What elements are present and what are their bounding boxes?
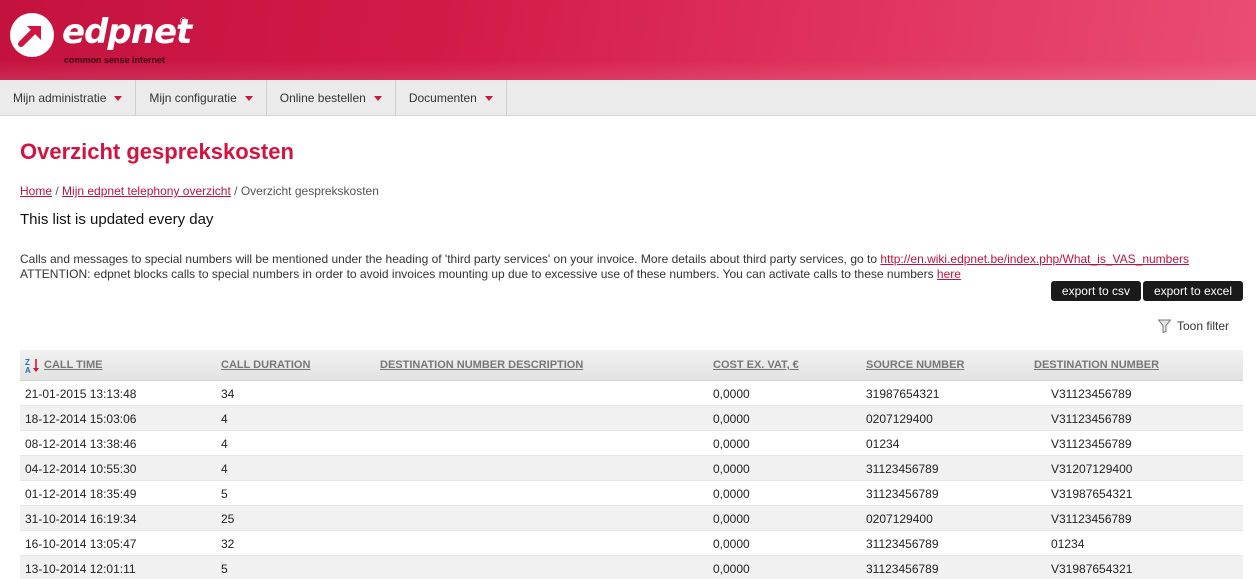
export-toolbar: export to csv export to excel (1050, 281, 1243, 301)
cell-destination-number: V31207129400 (1051, 462, 1133, 476)
caret-down-icon (373, 95, 382, 101)
breadcrumb-parent-link[interactable]: Mijn edpnet telephony overzicht (62, 184, 231, 198)
cell-call-time: 04-12-2014 10:55:30 (25, 462, 137, 476)
cell-call-duration: 5 (221, 487, 228, 501)
breadcrumb-current: Overzicht gesprekskosten (240, 184, 379, 198)
nav-item-mijn-administratie[interactable]: Mijn administratie (0, 80, 137, 116)
brand-logo[interactable]: edpnet ® common sense internet (10, 10, 200, 70)
cell-call-time: 08-12-2014 13:38:46 (25, 437, 137, 451)
cell-source-number: 0207129400 (866, 412, 933, 426)
main-nav: Mijn administratie Mijn configuratie Onl… (0, 80, 1256, 116)
nav-item-online-bestellen[interactable]: Online bestellen (267, 80, 396, 116)
cell-destination-number: V31987654321 (1051, 562, 1133, 576)
sort-za-icon[interactable]: Z A (25, 357, 41, 374)
registered-mark: ® (180, 16, 187, 26)
column-header-source-number[interactable]: SOURCE NUMBER (866, 359, 964, 371)
table-row: 21-01-2015 13:13:48 34 0,0000 3198765432… (20, 381, 1243, 406)
page-title: Overzicht gesprekskosten (20, 139, 294, 164)
caret-down-icon (484, 95, 493, 101)
info-text: Calls and messages to special numbers wi… (20, 252, 1240, 281)
caret-down-icon (244, 95, 253, 101)
cell-call-duration: 32 (221, 537, 235, 551)
column-header-call-time[interactable]: CALL TIME (44, 359, 102, 371)
update-note: This list is updated every day (20, 211, 214, 228)
cell-cost: 0,0000 (713, 412, 750, 426)
nav-item-label: Documenten (408, 91, 477, 105)
cell-call-duration: 25 (221, 512, 235, 526)
cell-call-time: 18-12-2014 15:03:06 (25, 412, 137, 426)
cell-call-time: 13-10-2014 12:01:11 (25, 562, 136, 576)
table-row: 13-10-2014 12:01:11 5 0,0000 31123456789… (20, 556, 1243, 579)
cell-cost: 0,0000 (713, 462, 750, 476)
funnel-icon (1158, 319, 1171, 333)
show-filter-label: Toon filter (1177, 319, 1230, 333)
table-row: 01-12-2014 18:35:49 5 0,0000 31123456789… (20, 481, 1243, 506)
table-row: 08-12-2014 13:38:46 4 0,0000 01234 V3112… (20, 431, 1243, 456)
cell-cost: 0,0000 (713, 387, 750, 401)
column-header-cost[interactable]: COST EX. VAT, € (713, 359, 799, 371)
cell-call-time: 31-10-2014 16:19:34 (25, 512, 137, 526)
cell-call-duration: 34 (221, 387, 235, 401)
cell-source-number: 31123456789 (866, 487, 939, 501)
cell-source-number: 31123456789 (866, 562, 939, 576)
nav-item-documenten[interactable]: Documenten (396, 80, 507, 116)
nav-item-label: Mijn administratie (13, 91, 107, 105)
cell-call-duration: 4 (221, 412, 228, 426)
cell-destination-number: V31123456789 (1051, 387, 1132, 401)
cell-destination-number: V31987654321 (1051, 487, 1133, 501)
cell-destination-number: 01234 (1051, 537, 1085, 551)
export-csv-button[interactable]: export to csv (1050, 281, 1141, 301)
export-excel-button[interactable]: export to excel (1142, 281, 1243, 301)
cell-source-number: 31123456789 (866, 462, 939, 476)
cell-call-time: 16-10-2014 13:05:47 (25, 537, 137, 551)
caret-down-icon (114, 95, 123, 101)
nav-item-label: Online bestellen (279, 91, 366, 105)
breadcrumb-separator: / (52, 184, 63, 198)
column-header-destination-number[interactable]: DESTINATION NUMBER (1034, 359, 1159, 371)
column-header-call-duration[interactable]: CALL DURATION (221, 359, 310, 371)
info-text-1: Calls and messages to special numbers wi… (20, 252, 881, 266)
table-row: 04-12-2014 10:55:30 4 0,0000 31123456789… (20, 456, 1243, 481)
site-header: edpnet ® common sense internet (0, 0, 1256, 80)
breadcrumb: Home / Mijn edpnet telephony overzicht /… (20, 184, 379, 198)
breadcrumb-home-link[interactable]: Home (20, 184, 52, 198)
cell-source-number: 01234 (866, 437, 900, 451)
cell-destination-number: V31123456789 (1051, 437, 1132, 451)
cell-source-number: 31987654321 (866, 387, 940, 401)
cell-call-duration: 5 (221, 562, 228, 576)
cell-cost: 0,0000 (713, 512, 750, 526)
cell-source-number: 31123456789 (866, 537, 939, 551)
brand-name: edpnet (62, 12, 192, 52)
column-header-destination-description[interactable]: DESTINATION NUMBER DESCRIPTION (380, 359, 583, 371)
call-costs-table: Z A CALL TIME CALL DURATION DESTINATION … (20, 350, 1243, 579)
cell-call-duration: 4 (221, 437, 228, 451)
cell-call-time: 21-01-2015 13:13:48 (25, 387, 137, 401)
breadcrumb-separator: / (230, 184, 241, 198)
cell-destination-number: V31123456789 (1051, 412, 1132, 426)
cell-cost: 0,0000 (713, 537, 750, 551)
activate-calls-link[interactable]: here (937, 267, 961, 281)
table-row: 31-10-2014 16:19:34 25 0,0000 0207129400… (20, 506, 1243, 531)
brand-tagline: common sense internet (64, 55, 166, 65)
info-text-2: ATTENTION: edpnet blocks calls to specia… (20, 266, 937, 281)
nav-item-mijn-configuratie[interactable]: Mijn configuratie (136, 80, 267, 116)
info-line-2: ATTENTION: edpnet blocks calls to specia… (20, 267, 1240, 282)
cell-call-time: 01-12-2014 18:35:49 (25, 487, 137, 501)
table-header: Z A CALL TIME CALL DURATION DESTINATION … (20, 350, 1243, 381)
table-row: 16-10-2014 13:05:47 32 0,0000 3112345678… (20, 531, 1243, 556)
table-row: 18-12-2014 15:03:06 4 0,0000 0207129400 … (20, 406, 1243, 431)
show-filter-toggle[interactable]: Toon filter (1158, 319, 1229, 333)
nav-item-label: Mijn configuratie (149, 91, 237, 105)
svg-text:A: A (25, 366, 31, 374)
cell-source-number: 0207129400 (866, 512, 933, 526)
cell-call-duration: 4 (221, 462, 228, 476)
cell-cost: 0,0000 (713, 487, 750, 501)
cell-cost: 0,0000 (713, 562, 750, 576)
arrow-circle-icon (10, 13, 54, 57)
cell-cost: 0,0000 (713, 437, 750, 451)
info-line-1: Calls and messages to special numbers wi… (20, 252, 1240, 267)
cell-destination-number: V31123456789 (1051, 512, 1132, 526)
vas-wiki-link[interactable]: http://en.wiki.edpnet.be/index.php/What_… (880, 252, 1189, 266)
